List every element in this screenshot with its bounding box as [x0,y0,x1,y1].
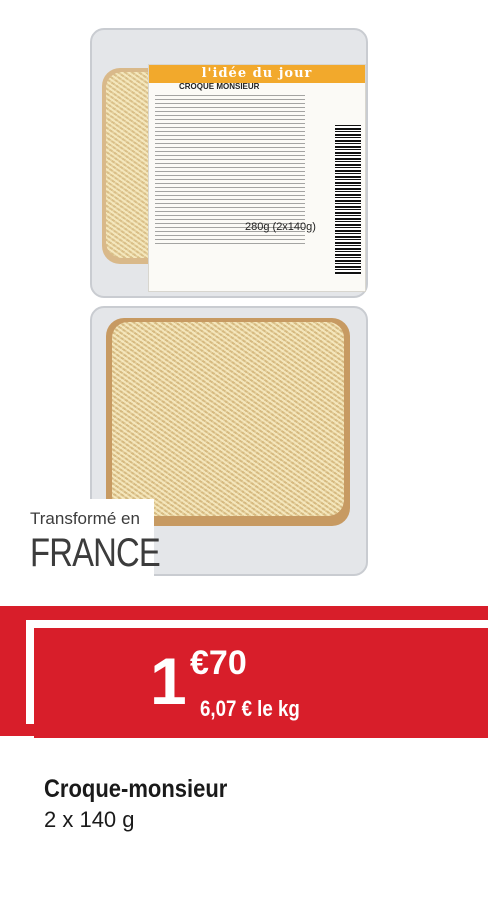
product-title: Croque-monsieur [44,775,228,803]
tray-top: l'idée du jour CROQUE MONSIEUR 280g (2x1… [90,28,368,298]
label-weight: 280g (2x140g) [245,221,316,233]
price-integer: 1 [150,644,187,718]
label-product-name: CROQUE MONSIEUR [179,82,260,91]
price-per-kg: 6,07 € le kg [200,696,300,721]
brand-logo: l'idée du jour [149,65,365,83]
barcode [335,125,361,275]
origin-country: FRANCE [30,531,161,575]
price-decimal: €70 [190,644,247,682]
product-quantity: 2 x 140 g [44,807,135,832]
origin-label: Transformé en [30,509,140,528]
product-label: l'idée du jour CROQUE MONSIEUR 280g (2x1… [148,64,366,292]
product-photo: l'idée du jour CROQUE MONSIEUR 280g (2x1… [90,28,368,576]
origin-badge: Transformé en FRANCE [22,499,161,587]
cheese-topping [112,322,344,516]
